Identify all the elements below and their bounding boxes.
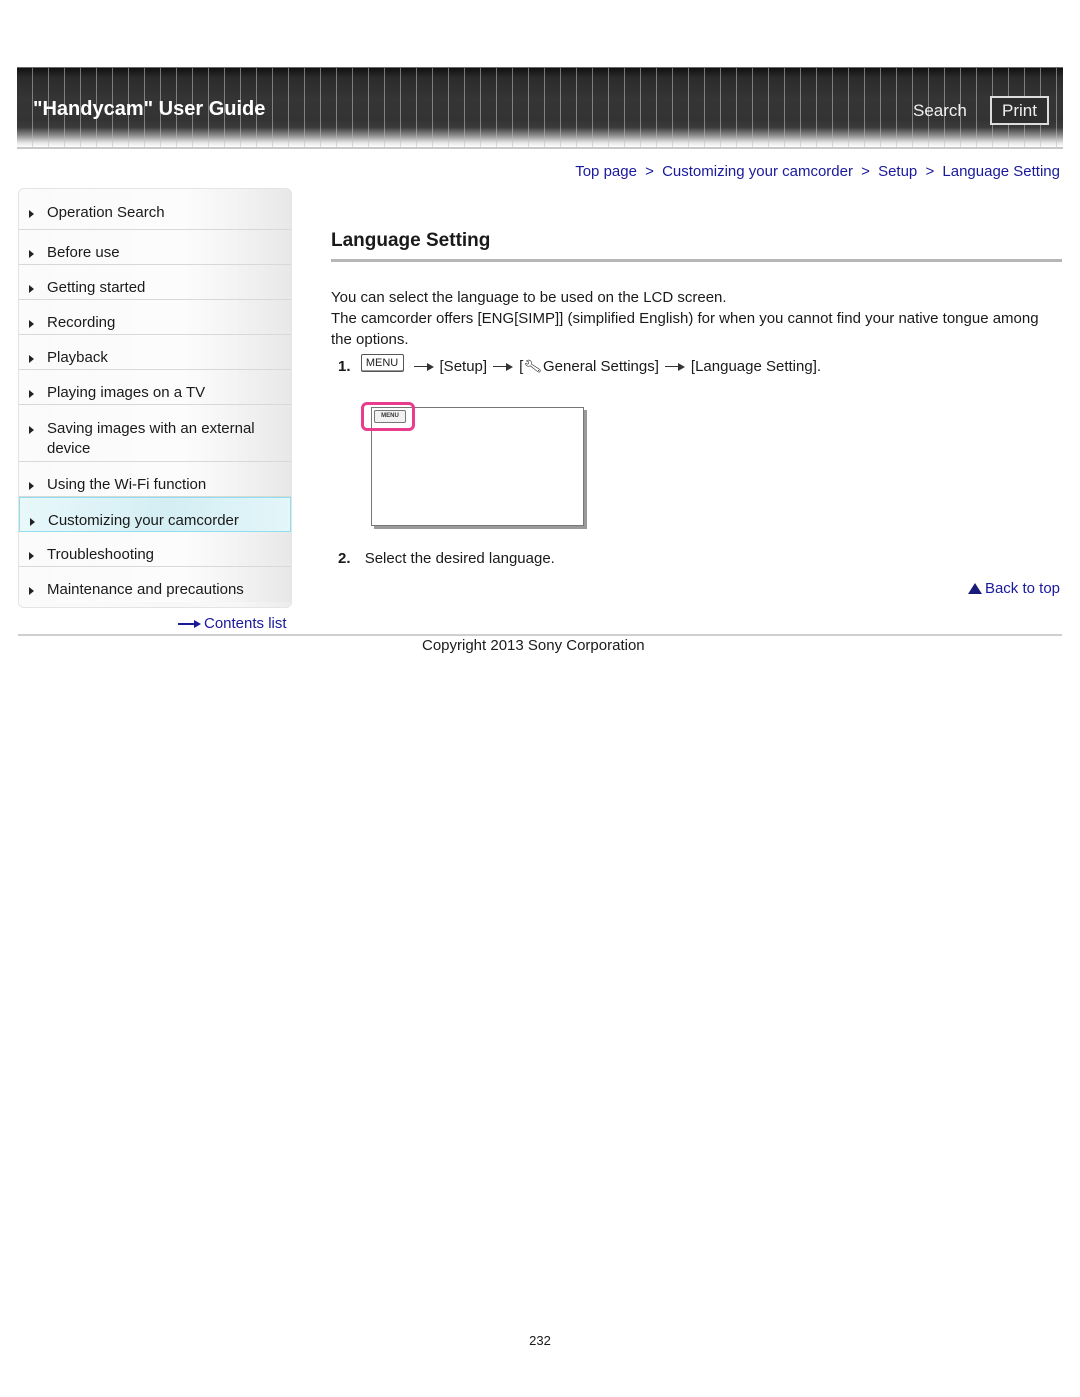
breadcrumb-separator: > (645, 163, 654, 180)
triangle-right-icon (29, 210, 34, 218)
sidebar-item-operation-search[interactable]: Operation Search (19, 189, 291, 230)
sidebar-item-label: Playback (47, 349, 108, 366)
sidebar-item-label: Playing images on a TV (47, 384, 206, 401)
triangle-right-icon (29, 587, 34, 595)
arrow-right-icon (413, 362, 434, 372)
sidebar-item-label: Recording (47, 314, 116, 331)
triangle-right-icon (29, 426, 34, 434)
sidebar-item-label: Getting started (47, 279, 146, 296)
step-number: 2. (338, 550, 351, 567)
sidebar-item-playing-on-tv[interactable]: Playing images on a TV (19, 370, 291, 405)
page-title: Language Setting (331, 230, 491, 251)
step-1: 1. MENU [Setup] [ 🔧︎ General Settings] [… (338, 353, 822, 376)
intro-text: You can select the language to be used o… (331, 287, 1061, 350)
search-button[interactable]: Search (913, 101, 967, 121)
contents-list-label: Contents list (204, 615, 287, 632)
sidebar-item-maintenance[interactable]: Maintenance and precautions (19, 567, 291, 602)
sidebar-item-label: Operation Search (47, 204, 165, 221)
triangle-right-icon (29, 390, 34, 398)
intro-line-1: You can select the language to be used o… (331, 289, 727, 306)
sidebar-item-label: Maintenance and precautions (47, 581, 244, 598)
step-text: Select the desired language. (364, 550, 555, 567)
page-number: 232 (529, 1333, 551, 1348)
step-2: 2. Select the desired language. (338, 550, 555, 567)
back-to-top-link[interactable]: Back to top (967, 580, 1060, 597)
triangle-right-icon (29, 482, 34, 490)
arrow-right-icon (664, 362, 685, 372)
guide-title: "Handycam" User Guide (33, 98, 266, 120)
triangle-right-icon (30, 518, 35, 526)
header-banner: "Handycam" User Guide Search Print (17, 67, 1063, 147)
arrow-right-icon (178, 619, 202, 629)
sidebar-item-customizing[interactable]: Customizing your camcorder (19, 497, 291, 532)
step-general-settings: General Settings] (543, 358, 659, 375)
step-setup: [Setup] (439, 358, 488, 375)
sidebar-item-label: Saving images with an external device (47, 420, 255, 457)
step-number: 1. (338, 358, 351, 375)
triangle-up-icon (967, 583, 982, 594)
breadcrumb-separator: > (925, 163, 935, 180)
sidebar-item-label: Using the Wi-Fi function (47, 476, 207, 493)
sidebar-item-saving-external[interactable]: Saving images with an external device (19, 405, 291, 462)
arrow-right-icon (493, 362, 514, 372)
sidebar-item-playback[interactable]: Playback (19, 335, 291, 370)
menu-highlight-frame (361, 402, 415, 431)
sidebar-item-recording[interactable]: Recording (19, 300, 291, 335)
sidebar-item-wifi[interactable]: Using the Wi-Fi function (19, 462, 291, 497)
footer-divider (18, 634, 1062, 636)
header-divider (17, 147, 1063, 149)
title-divider (331, 259, 1062, 262)
sidebar-item-label: Troubleshooting (47, 546, 155, 563)
breadcrumb: Top page > Customizing your camcorder > … (575, 163, 1060, 180)
intro-line-2: The camcorder offers [ENG[SIMP]] (simpli… (331, 310, 1039, 348)
sidebar-item-label: Customizing your camcorder (48, 512, 239, 529)
sidebar-nav: Operation Search Before use Getting star… (18, 188, 292, 608)
menu-button-icon: MENU (360, 353, 404, 372)
breadcrumb-separator: > (861, 163, 870, 180)
breadcrumb-setup[interactable]: Setup (878, 163, 917, 180)
triangle-right-icon (29, 250, 34, 258)
triangle-right-icon (29, 355, 34, 363)
back-to-top-label: Back to top (984, 580, 1060, 597)
wrench-icon: 🔧︎ (522, 356, 544, 376)
print-button[interactable]: Print (990, 96, 1049, 125)
sidebar-item-label: Before use (47, 244, 120, 261)
sidebar-item-before-use[interactable]: Before use (19, 230, 291, 265)
step-language-setting: [Language Setting]. (690, 358, 822, 375)
copyright-text: Copyright 2013 Sony Corporation (422, 637, 645, 654)
triangle-right-icon (29, 552, 34, 560)
sidebar-item-getting-started[interactable]: Getting started (19, 265, 291, 300)
sidebar-item-troubleshooting[interactable]: Troubleshooting (19, 532, 291, 567)
breadcrumb-top-page[interactable]: Top page (575, 163, 637, 180)
contents-list-link[interactable]: Contents list (178, 615, 287, 632)
triangle-right-icon (29, 320, 34, 328)
breadcrumb-language-setting[interactable]: Language Setting (942, 163, 1060, 180)
triangle-right-icon (29, 285, 34, 293)
breadcrumb-customizing[interactable]: Customizing your camcorder (662, 163, 853, 180)
